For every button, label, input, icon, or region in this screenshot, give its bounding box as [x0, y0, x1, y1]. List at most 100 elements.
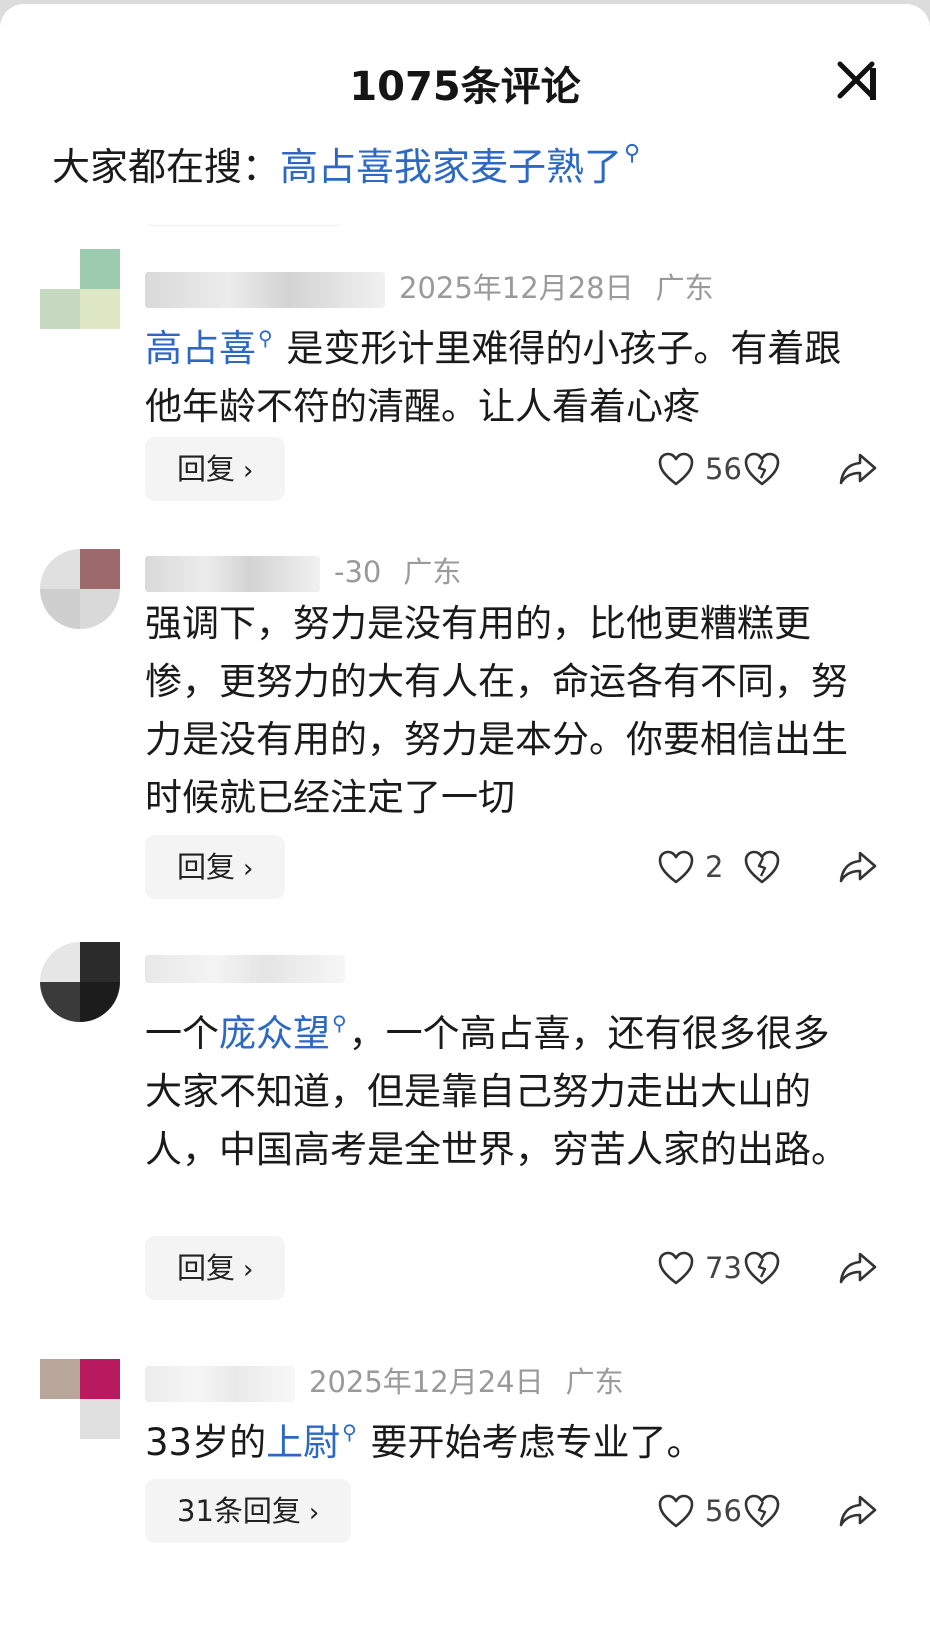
like-button[interactable]: 2 [657, 847, 745, 887]
chevron-right-icon: › [243, 854, 254, 884]
avatar-cell [40, 589, 80, 629]
reply-label: 回复 [177, 452, 236, 486]
username-blurred[interactable] [145, 556, 320, 592]
comment-location: 广东 [655, 271, 714, 305]
comment-date: -30 [334, 555, 382, 589]
avatar-cell [80, 1359, 120, 1399]
share-button[interactable] [838, 1248, 878, 1288]
dislike-button[interactable] [742, 1491, 782, 1531]
comment-text: 一个庞众望 ⚲，一个高占喜，还有很多很多大家不知道，但是靠自己努力走出大山的人，中… [145, 994, 865, 1179]
share-icon [839, 851, 877, 883]
heart-icon [658, 452, 694, 486]
search-icon: ⚲ [624, 141, 641, 166]
comment-actions: 56 [530, 437, 930, 501]
comment-text-before: 一个 [145, 1012, 219, 1055]
avatar-cell [80, 982, 120, 1022]
comment-actions: 56 [530, 1479, 930, 1543]
comment-meta [145, 950, 381, 990]
topic-link[interactable]: 庞众望 [219, 1012, 330, 1055]
like-button[interactable]: 56 [657, 449, 745, 489]
comment-text: 33岁的上尉 ⚲ 要开始考虑专业了。 [145, 1403, 865, 1472]
like-count: 2 [705, 850, 724, 884]
avatar-cell [40, 1359, 80, 1399]
reply-button[interactable]: 回复 › [145, 835, 286, 899]
share-icon [839, 453, 877, 485]
avatar-cell [80, 249, 120, 289]
comment-date: 2025年12月24日 [309, 1365, 544, 1399]
chevron-right-icon: › [243, 456, 254, 486]
heart-icon [658, 850, 694, 884]
search-hint-prefix: 大家都在搜： [52, 145, 281, 189]
like-button[interactable]: 73 [657, 1248, 745, 1288]
avatar-cell [40, 982, 80, 1022]
replies-button[interactable]: 31条回复 › [145, 1479, 352, 1543]
like-count: 73 [705, 1251, 742, 1285]
comment-text: 强调下，努力是没有用的，比他更糟糕更惨，更努力的大有人在，命运各有不同，努力是没… [145, 595, 865, 827]
avatar-cell [80, 549, 120, 589]
trending-search-hint: 大家都在搜：高占喜我家麦子熟了⚲ [52, 136, 640, 191]
reply-button[interactable]: 回复 › [145, 437, 286, 501]
chevron-right-icon: › [243, 1255, 254, 1285]
heart-icon [658, 1251, 694, 1285]
avatar-cell [40, 942, 80, 982]
comment-meta: 2025年12月28日 广东 [145, 265, 714, 308]
avatar[interactable] [40, 549, 120, 629]
avatar-cell [80, 1399, 120, 1439]
avatar-cell [80, 289, 120, 329]
comments-count-title: 1075条评论 [349, 64, 581, 110]
avatar-cell [80, 589, 120, 629]
comment-text-body: 强调下，努力是没有用的，比他更糟糕更惨，更努力的大有人在，命运各有不同，努力是没… [145, 602, 848, 819]
avatar[interactable] [40, 942, 120, 1022]
like-count: 56 [705, 1494, 742, 1528]
avatar[interactable] [40, 1359, 120, 1439]
dislike-button[interactable] [742, 1248, 782, 1288]
dislike-button[interactable] [742, 847, 782, 887]
avatar-cell [80, 942, 120, 982]
comment-text-after: 要开始考虑专业了。 [370, 1421, 704, 1464]
search-icon: ⚲ [258, 326, 273, 350]
comment-meta: 2025年12月24日 广东 [145, 1359, 624, 1402]
avatar-cell [40, 549, 80, 589]
broken-heart-icon [744, 850, 780, 884]
share-icon [839, 1495, 877, 1527]
search-icon: ⚲ [332, 1011, 347, 1035]
close-button[interactable] [832, 56, 882, 106]
comment-meta: -30 广东 [145, 549, 461, 592]
share-button[interactable] [838, 449, 878, 489]
avatar-cell [40, 289, 80, 329]
share-icon [839, 1252, 877, 1284]
close-icon [837, 61, 876, 100]
heart-icon [658, 1494, 694, 1528]
username-blurred[interactable] [145, 1366, 295, 1402]
previous-item-edge [145, 209, 345, 226]
avatar[interactable] [40, 249, 120, 329]
topic-link[interactable]: 上尉 [266, 1421, 340, 1464]
comment-location: 广东 [565, 1365, 624, 1399]
reply-button[interactable]: 回复 › [145, 1236, 286, 1300]
search-icon: ⚲ [342, 1420, 357, 1444]
like-count: 56 [705, 452, 742, 486]
dislike-button[interactable] [742, 449, 782, 489]
comment-text-before: 33岁的 [145, 1421, 267, 1464]
username-blurred[interactable] [145, 955, 345, 983]
share-button[interactable] [838, 1491, 878, 1531]
avatar-cell [40, 1399, 80, 1439]
comment-text: 高占喜 ⚲ 是变形计里难得的小孩子。有着跟他年龄不符的清醒。让人看着心疼 [145, 309, 865, 436]
reply-label: 回复 [177, 1251, 236, 1285]
reply-label: 31条回复 [177, 1494, 301, 1528]
comments-sheet: 1075条评论 大家都在搜：高占喜我家麦子熟了⚲ 2025年12月28日 广东 高… [0, 4, 930, 1641]
comment-actions: 2 [530, 835, 930, 899]
like-button[interactable]: 56 [657, 1491, 745, 1531]
topic-link[interactable]: 高占喜 [145, 327, 256, 370]
chevron-right-icon: › [308, 1498, 320, 1528]
search-hint-term[interactable]: 高占喜我家麦子熟了 [280, 145, 622, 189]
reply-label: 回复 [177, 850, 236, 884]
comment-actions: 73 [530, 1236, 930, 1300]
share-button[interactable] [838, 847, 878, 887]
broken-heart-icon [744, 1251, 780, 1285]
comment-date: 2025年12月28日 [399, 271, 634, 305]
broken-heart-icon [744, 452, 780, 486]
broken-heart-icon [744, 1494, 780, 1528]
username-blurred[interactable] [145, 272, 385, 308]
avatar-cell [40, 249, 80, 289]
